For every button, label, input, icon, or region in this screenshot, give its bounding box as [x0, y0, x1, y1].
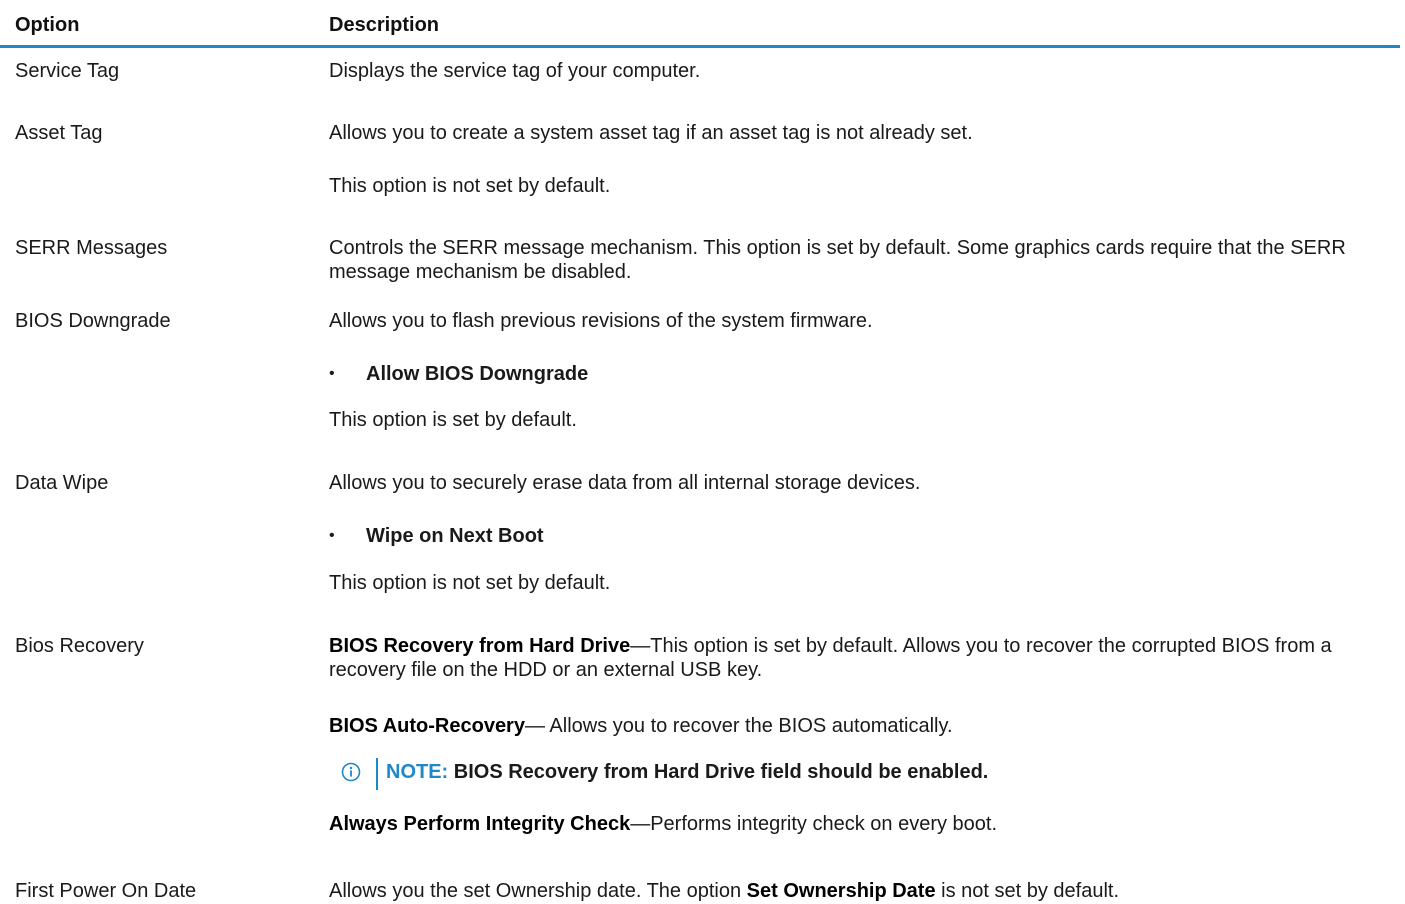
- description-text: Controls the SERR message mechanism. Thi…: [329, 237, 1346, 283]
- note-body: BIOS Recovery from Hard Drive field shou…: [448, 761, 989, 783]
- option-name: BIOS Downgrade: [15, 310, 171, 332]
- description-default: This option is set by default.: [329, 409, 577, 431]
- description-text: Displays the service tag of your compute…: [329, 60, 701, 82]
- option-name: Service Tag: [15, 60, 120, 82]
- note-callout: NOTE: BIOS Recovery from Hard Drive fiel…: [341, 758, 1391, 792]
- option-name: Asset Tag: [15, 122, 103, 144]
- recovery-hdd-label: BIOS Recovery from Hard Drive: [329, 635, 631, 657]
- bullet-label: Allow BIOS Downgrade: [366, 363, 589, 385]
- bios-options-table: Option Description Service Tag Displays …: [0, 0, 1400, 902]
- integrity-check-text: Always Perform Integrity Check—Performs …: [329, 812, 1395, 836]
- desc-prefix: Allows you the set Ownership date. The o…: [329, 880, 747, 902]
- note-label: NOTE:: [386, 761, 449, 783]
- description-text: Allows you to create a system asset tag …: [329, 122, 973, 144]
- note-divider: [376, 758, 378, 790]
- option-name: SERR Messages: [15, 237, 168, 259]
- bullet-item: • Allow BIOS Downgrade: [329, 362, 1329, 386]
- info-circle-icon: [341, 762, 361, 782]
- header-description: Description: [329, 14, 440, 36]
- desc-suffix: is not set by default.: [935, 880, 1120, 902]
- auto-recovery-text: BIOS Auto-Recovery— Allows you to recove…: [329, 714, 1395, 738]
- recovery-hdd-text: BIOS Recovery from Hard Drive—This optio…: [329, 634, 1395, 682]
- description-text: Allows you to flash previous revisions o…: [329, 310, 873, 332]
- auto-recovery-label: BIOS Auto-Recovery: [329, 715, 525, 737]
- bullet-icon: •: [329, 365, 335, 382]
- description-text: Allows you the set Ownership date. The o…: [329, 879, 1395, 903]
- table-header: Option Description: [0, 0, 1400, 48]
- description-text: Allows you to securely erase data from a…: [329, 472, 921, 494]
- option-name: Bios Recovery: [15, 635, 144, 657]
- bullet-label: Wipe on Next Boot: [366, 525, 544, 547]
- auto-recovery-desc: — Allows you to recover the BIOS automat…: [524, 715, 953, 737]
- description-default: This option is not set by default.: [329, 175, 611, 197]
- header-option: Option: [15, 14, 80, 36]
- integrity-check-label: Always Perform Integrity Check: [329, 813, 631, 835]
- bullet-icon: •: [329, 527, 335, 544]
- integrity-check-desc: —Performs integrity check on every boot.: [630, 813, 998, 835]
- note-text: NOTE: BIOS Recovery from Hard Drive fiel…: [386, 760, 988, 784]
- desc-bold: Set Ownership Date: [746, 880, 936, 902]
- description-default: This option is not set by default.: [329, 572, 611, 594]
- option-name: First Power On Date: [15, 880, 197, 902]
- bullet-item: • Wipe on Next Boot: [329, 524, 1329, 548]
- option-name: Data Wipe: [15, 472, 109, 494]
